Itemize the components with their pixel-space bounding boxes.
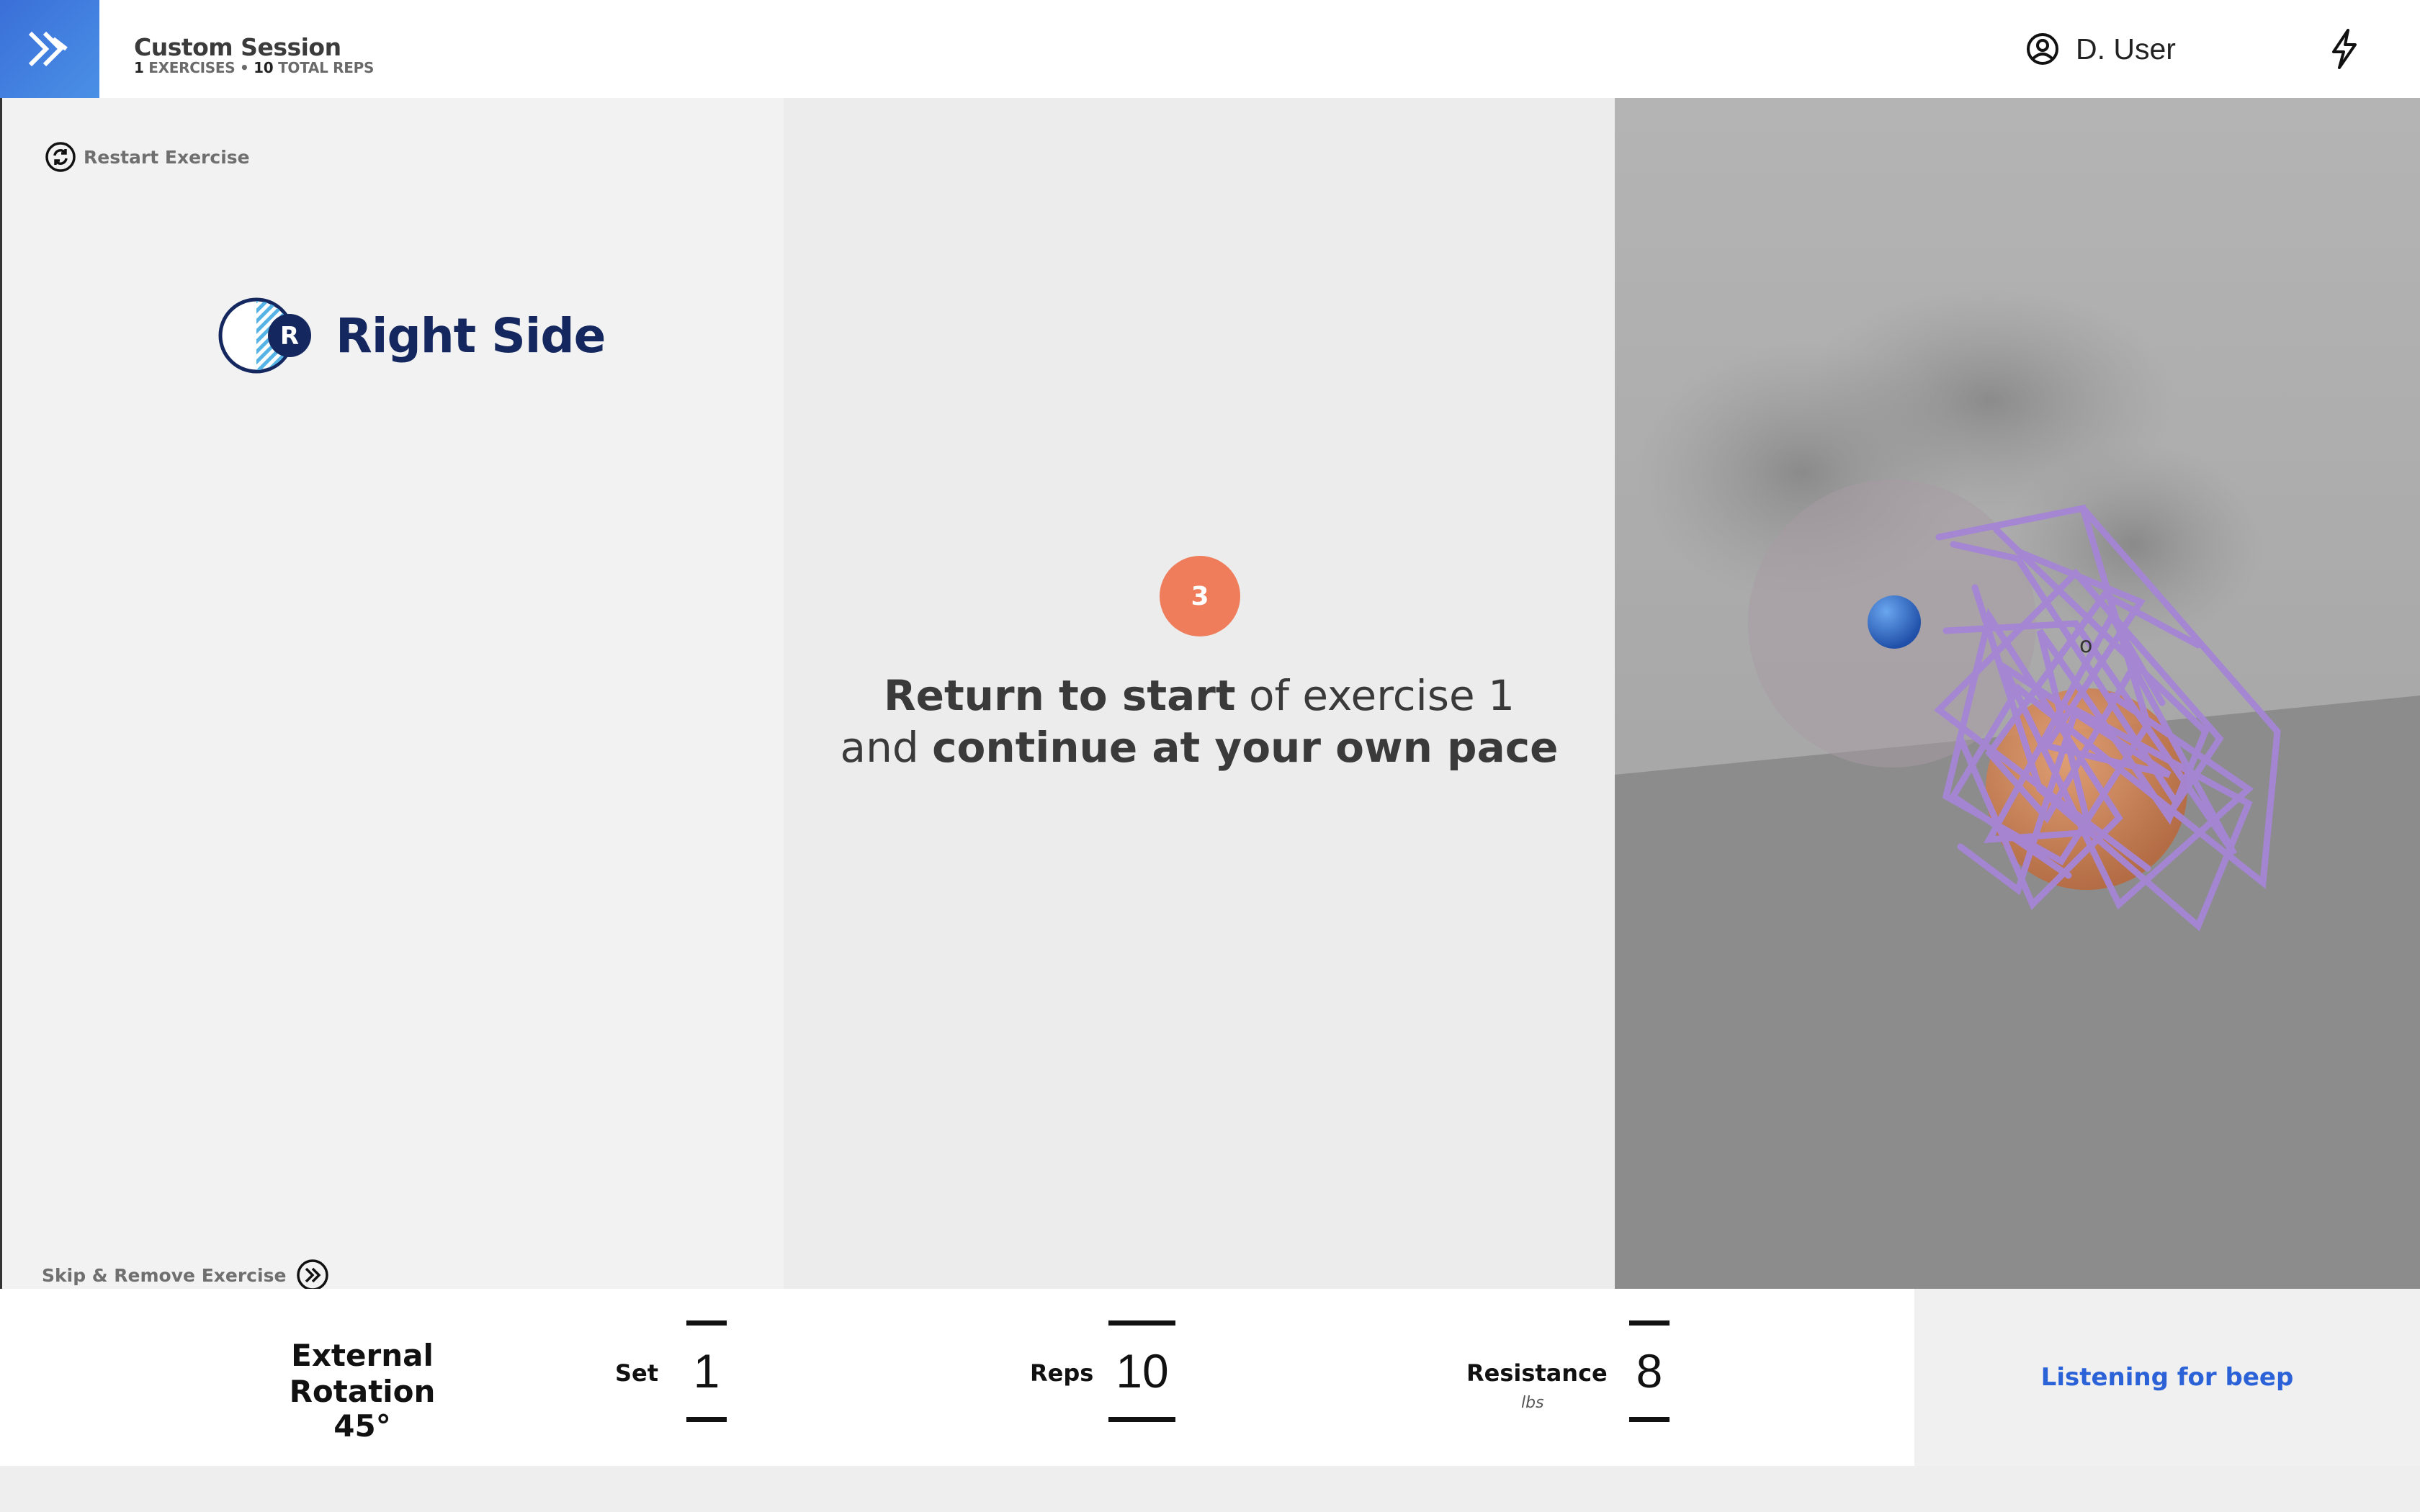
reps-line-top bbox=[1108, 1320, 1175, 1326]
user-circle-icon bbox=[2027, 33, 2058, 65]
listening-status: Listening for beep bbox=[2040, 1363, 2294, 1392]
user-name: D. User bbox=[2076, 32, 2176, 66]
instruction-line-2: and continue at your own pace bbox=[784, 721, 1615, 773]
audio-status-panel: Listening for beep bbox=[1914, 1289, 2420, 1466]
chevron-double-right-icon bbox=[28, 31, 68, 67]
user-menu[interactable]: D. User bbox=[2025, 27, 2176, 71]
reps-label: Reps bbox=[1030, 1359, 1094, 1387]
side-indicator: R Right Side bbox=[218, 297, 606, 374]
instruction-bold-1: Return to start bbox=[883, 671, 1236, 720]
exercises-count: 1 bbox=[134, 59, 144, 76]
exercises-label: EXERCISES • bbox=[148, 59, 249, 76]
side-label: Right Side bbox=[336, 307, 606, 364]
resistance-line-bottom bbox=[1629, 1417, 1670, 1422]
reps-value: 10 bbox=[1116, 1344, 1169, 1398]
skip-remove-label: Skip & Remove Exercise bbox=[42, 1264, 287, 1286]
skip-forward-icon bbox=[297, 1259, 329, 1291]
svg-text:o: o bbox=[2079, 633, 2092, 658]
reps-count: 10 bbox=[254, 59, 274, 76]
lightning-bolt-icon[interactable] bbox=[2326, 27, 2361, 71]
side-badge-icon: R bbox=[218, 297, 311, 374]
reps-line-bottom bbox=[1108, 1417, 1175, 1422]
resistance-label: Resistance bbox=[1466, 1359, 1608, 1387]
set-line-top bbox=[686, 1320, 727, 1326]
instruction-rest-1: of exercise 1 bbox=[1248, 671, 1515, 720]
exercise-angle: 45° bbox=[333, 1408, 391, 1444]
restart-icon bbox=[45, 142, 76, 172]
instruction-line-1: Return to start of exercise 1 bbox=[784, 670, 1615, 721]
scene-render: o bbox=[1615, 98, 2420, 1289]
top-header: Custom Session 1 EXERCISES • 10 TOTAL RE… bbox=[0, 0, 2420, 98]
instruction-bold-2: continue at your own pace bbox=[932, 723, 1559, 772]
session-summary: 1 EXERCISES • 10 TOTAL REPS bbox=[134, 59, 374, 76]
restart-exercise-label: Restart Exercise bbox=[84, 146, 250, 168]
side-letter: R bbox=[280, 322, 299, 351]
instruction-text: Return to start of exercise 1 and contin… bbox=[784, 670, 1615, 773]
exercise-name-block: External Rotation 45° bbox=[216, 1338, 508, 1443]
set-value: 1 bbox=[693, 1344, 720, 1398]
exercise-name: External Rotation bbox=[289, 1338, 436, 1409]
restart-exercise-button[interactable]: Restart Exercise bbox=[45, 141, 250, 173]
app-logo[interactable] bbox=[0, 0, 99, 98]
resistance-value: 8 bbox=[1636, 1344, 1663, 1398]
instruction-lead-2: and bbox=[840, 723, 919, 772]
reps-label: TOTAL REPS bbox=[278, 59, 375, 76]
set-label: Set bbox=[615, 1359, 659, 1387]
set-line-bottom bbox=[686, 1417, 727, 1422]
resistance-line-top bbox=[1629, 1320, 1670, 1326]
footer-strip bbox=[0, 1466, 2420, 1512]
motion-visualization[interactable]: o bbox=[1615, 98, 2420, 1289]
resistance-unit: lbs bbox=[1521, 1394, 1544, 1412]
left-panel bbox=[0, 98, 784, 1289]
skip-remove-exercise-button[interactable]: Skip & Remove Exercise bbox=[42, 1259, 329, 1292]
countdown-badge: 3 bbox=[1160, 556, 1240, 636]
session-title: Custom Session bbox=[134, 33, 341, 61]
